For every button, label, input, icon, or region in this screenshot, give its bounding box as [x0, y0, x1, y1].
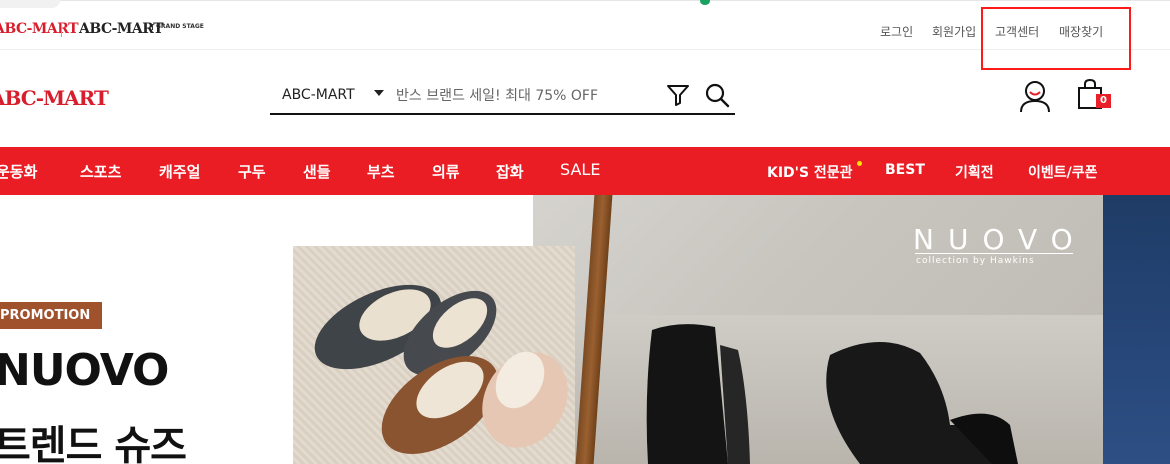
grand-stage-tag: GRAND STAGE	[152, 24, 204, 30]
nav-item-sports[interactable]: 스포츠	[80, 161, 121, 182]
brand-divider	[61, 23, 62, 37]
new-indicator-dot	[857, 161, 862, 166]
nav-item-dress-shoes[interactable]: 구두	[238, 161, 266, 182]
nuovo-brand-tagline: collection by Hawkins	[916, 256, 1035, 266]
filter-icon[interactable]	[666, 83, 690, 107]
nav-item-boots[interactable]: 부츠	[367, 161, 395, 182]
nav-item-events-coupons[interactable]: 이벤트/쿠폰	[1028, 162, 1098, 182]
nav-item-kids[interactable]: KID'S 전문관	[767, 162, 853, 182]
abc-mart-brand-link[interactable]: ABC-MART	[0, 21, 79, 37]
cart-count-badge: 0	[1096, 94, 1111, 108]
nav-item-casual[interactable]: 캐주얼	[159, 161, 200, 182]
login-link[interactable]: 로그인	[880, 23, 913, 40]
nav-item-sandals[interactable]: 샌들	[303, 161, 331, 182]
site-logo[interactable]: ABC-MART	[0, 86, 109, 110]
nav-item-apparel[interactable]: 의류	[432, 161, 460, 182]
nuovo-brand-logo: NUOVO	[913, 223, 1087, 256]
search-icon[interactable]	[704, 82, 730, 108]
search-scope-select[interactable]: ABC-MART	[282, 87, 355, 103]
nav-item-best[interactable]: BEST	[885, 162, 925, 178]
highlight-box	[981, 7, 1131, 70]
clogs-illustration	[314, 284, 568, 455]
chevron-down-icon[interactable]	[374, 90, 384, 96]
hero-subheadline: 트렌드 슈즈	[0, 423, 187, 464]
main-navigation: 운동화 스포츠 캐주얼 구두 샌들 부츠 의류 잡화 SALE KID'S 전문…	[0, 147, 1170, 195]
nav-item-accessories[interactable]: 잡화	[496, 161, 524, 182]
nav-item-exhibitions[interactable]: 기획전	[955, 162, 994, 182]
hero-headline: NUOVO	[0, 345, 169, 396]
logo-divider	[915, 253, 1073, 254]
hero-banner[interactable]: PROMOTION NUOVO 트렌드 슈즈 NUOVO collection …	[0, 195, 1170, 464]
boots-illustration	[646, 324, 1018, 464]
status-dot	[700, 0, 710, 5]
promotion-badge: PROMOTION	[0, 302, 103, 329]
search-bar: ABC-MART	[270, 78, 735, 115]
search-input[interactable]	[396, 83, 656, 109]
user-icon[interactable]	[1018, 79, 1052, 113]
abc-mart-grand-stage-link[interactable]: ABC-MART	[79, 21, 164, 37]
signup-link[interactable]: 회원가입	[932, 23, 976, 40]
nav-item-sneakers[interactable]: 운동화	[0, 161, 37, 182]
nav-item-sale[interactable]: SALE	[560, 160, 600, 179]
browser-edge	[0, 0, 60, 8]
next-slide-preview[interactable]	[1103, 195, 1170, 464]
